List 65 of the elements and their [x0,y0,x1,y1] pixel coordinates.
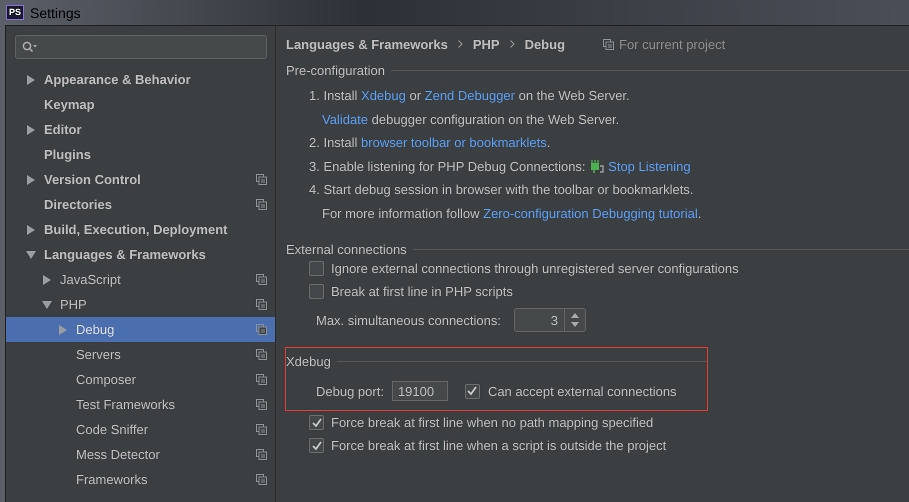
sidebar-item[interactable]: Plugins [6,142,275,167]
collapsed-arrow-icon[interactable] [26,174,36,184]
field-label: Max. simultaneous connections: [316,312,501,328]
collapsed-arrow-icon[interactable] [26,124,36,134]
field-label: Debug port: [316,384,384,398]
checkbox-label: Force break at first line when a script is outside the project [331,438,666,453]
section-title: External connections [286,242,407,256]
sidebar-item[interactable]: PHP [6,292,275,317]
sidebar-item[interactable]: Build, Execution, Deployment [6,217,275,242]
expanded-arrow-icon[interactable] [26,250,36,260]
breadcrumb-item: Debug [524,36,566,52]
checkbox[interactable] [309,261,324,276]
breadcrumb-item: PHP [472,36,500,52]
collapsed-arrow-icon[interactable] [26,74,36,84]
section-title: Xdebug [286,354,331,368]
link[interactable]: Zend Debugger [424,88,515,104]
sidebar-item[interactable]: Mess Detector [6,442,275,467]
sidebar-item[interactable]: Version Control [6,167,275,192]
sidebar-item[interactable]: Keymap [6,92,275,117]
instruction-text: 4. Start debug session in browser with the toolbar or bookmarklets. [309,181,694,200]
sidebar-item[interactable]: Debug [6,317,275,342]
app-logo: PS [6,5,24,20]
sidebar-item[interactable]: Frameworks [6,467,275,492]
sidebar-item[interactable]: Test Frameworks [6,392,275,417]
checkbox[interactable] [464,384,480,398]
checkbox-label: Can accept external connections [488,384,677,398]
sidebar-item[interactable]: JavaScript [6,267,275,292]
sidebar-item[interactable]: Editor [6,117,275,142]
chevron-right-icon [458,40,463,48]
checkbox[interactable] [309,415,324,430]
stop-listening-link[interactable]: Stop Listening [608,158,691,174]
sidebar-item[interactable]: Composer [6,367,275,392]
checkbox-label: Force break at first line when no path mapping specified [331,415,654,430]
checkbox-label: Ignore external connections through unregistered server configurations [331,261,739,276]
instruction-text: 2. Install browser toolbar or bookmarklets. [309,134,552,152]
instruction-text: Validate debugger configuration on the Web Server. [321,110,620,129]
search-field[interactable] [15,35,267,59]
breadcrumb-item: Languages & Frameworks [286,36,448,52]
window-title: Settings [30,4,81,20]
sidebar-item[interactable]: Code Sniffer [6,417,275,442]
chevron-right-icon [510,40,515,48]
plug-icon[interactable] [589,158,604,174]
sidebar-item[interactable]: Languages & Frameworks [6,242,275,267]
link[interactable]: browser toolbar or bookmarklets [361,135,547,150]
collapsed-arrow-icon[interactable] [42,274,52,284]
checkbox-label: Break at first line in PHP scripts [331,284,513,299]
checkbox[interactable] [309,438,324,453]
search-icon [22,41,38,53]
sidebar-item[interactable]: Servers [6,342,275,367]
expanded-arrow-icon[interactable] [42,300,52,310]
collapsed-arrow-icon[interactable] [26,224,36,234]
checkbox[interactable] [309,284,324,299]
project-scope-icon [603,38,614,50]
section-title: Pre-configuration [286,62,385,78]
link[interactable]: Validate [322,112,368,127]
instruction-text: 3. Enable listening for PHP Debug Connections: Stop Listening [309,158,692,176]
sidebar-item[interactable]: Directories [6,192,275,217]
link[interactable]: Xdebug [361,88,406,104]
instruction-text: 1. Install Xdebug or Zend Debugger on the Web Server. [309,87,631,106]
port-field[interactable]: 19100 [392,381,448,401]
instruction-text: For more information follow Zero-configuration Debugging tutorial. [321,204,702,223]
number-spinner[interactable]: 3 [514,308,586,332]
sidebar-item[interactable]: Appearance & Behavior [6,67,275,92]
link[interactable]: Zero-configuration Debugging tutorial [483,206,698,221]
scope-note: For current project [619,36,726,52]
